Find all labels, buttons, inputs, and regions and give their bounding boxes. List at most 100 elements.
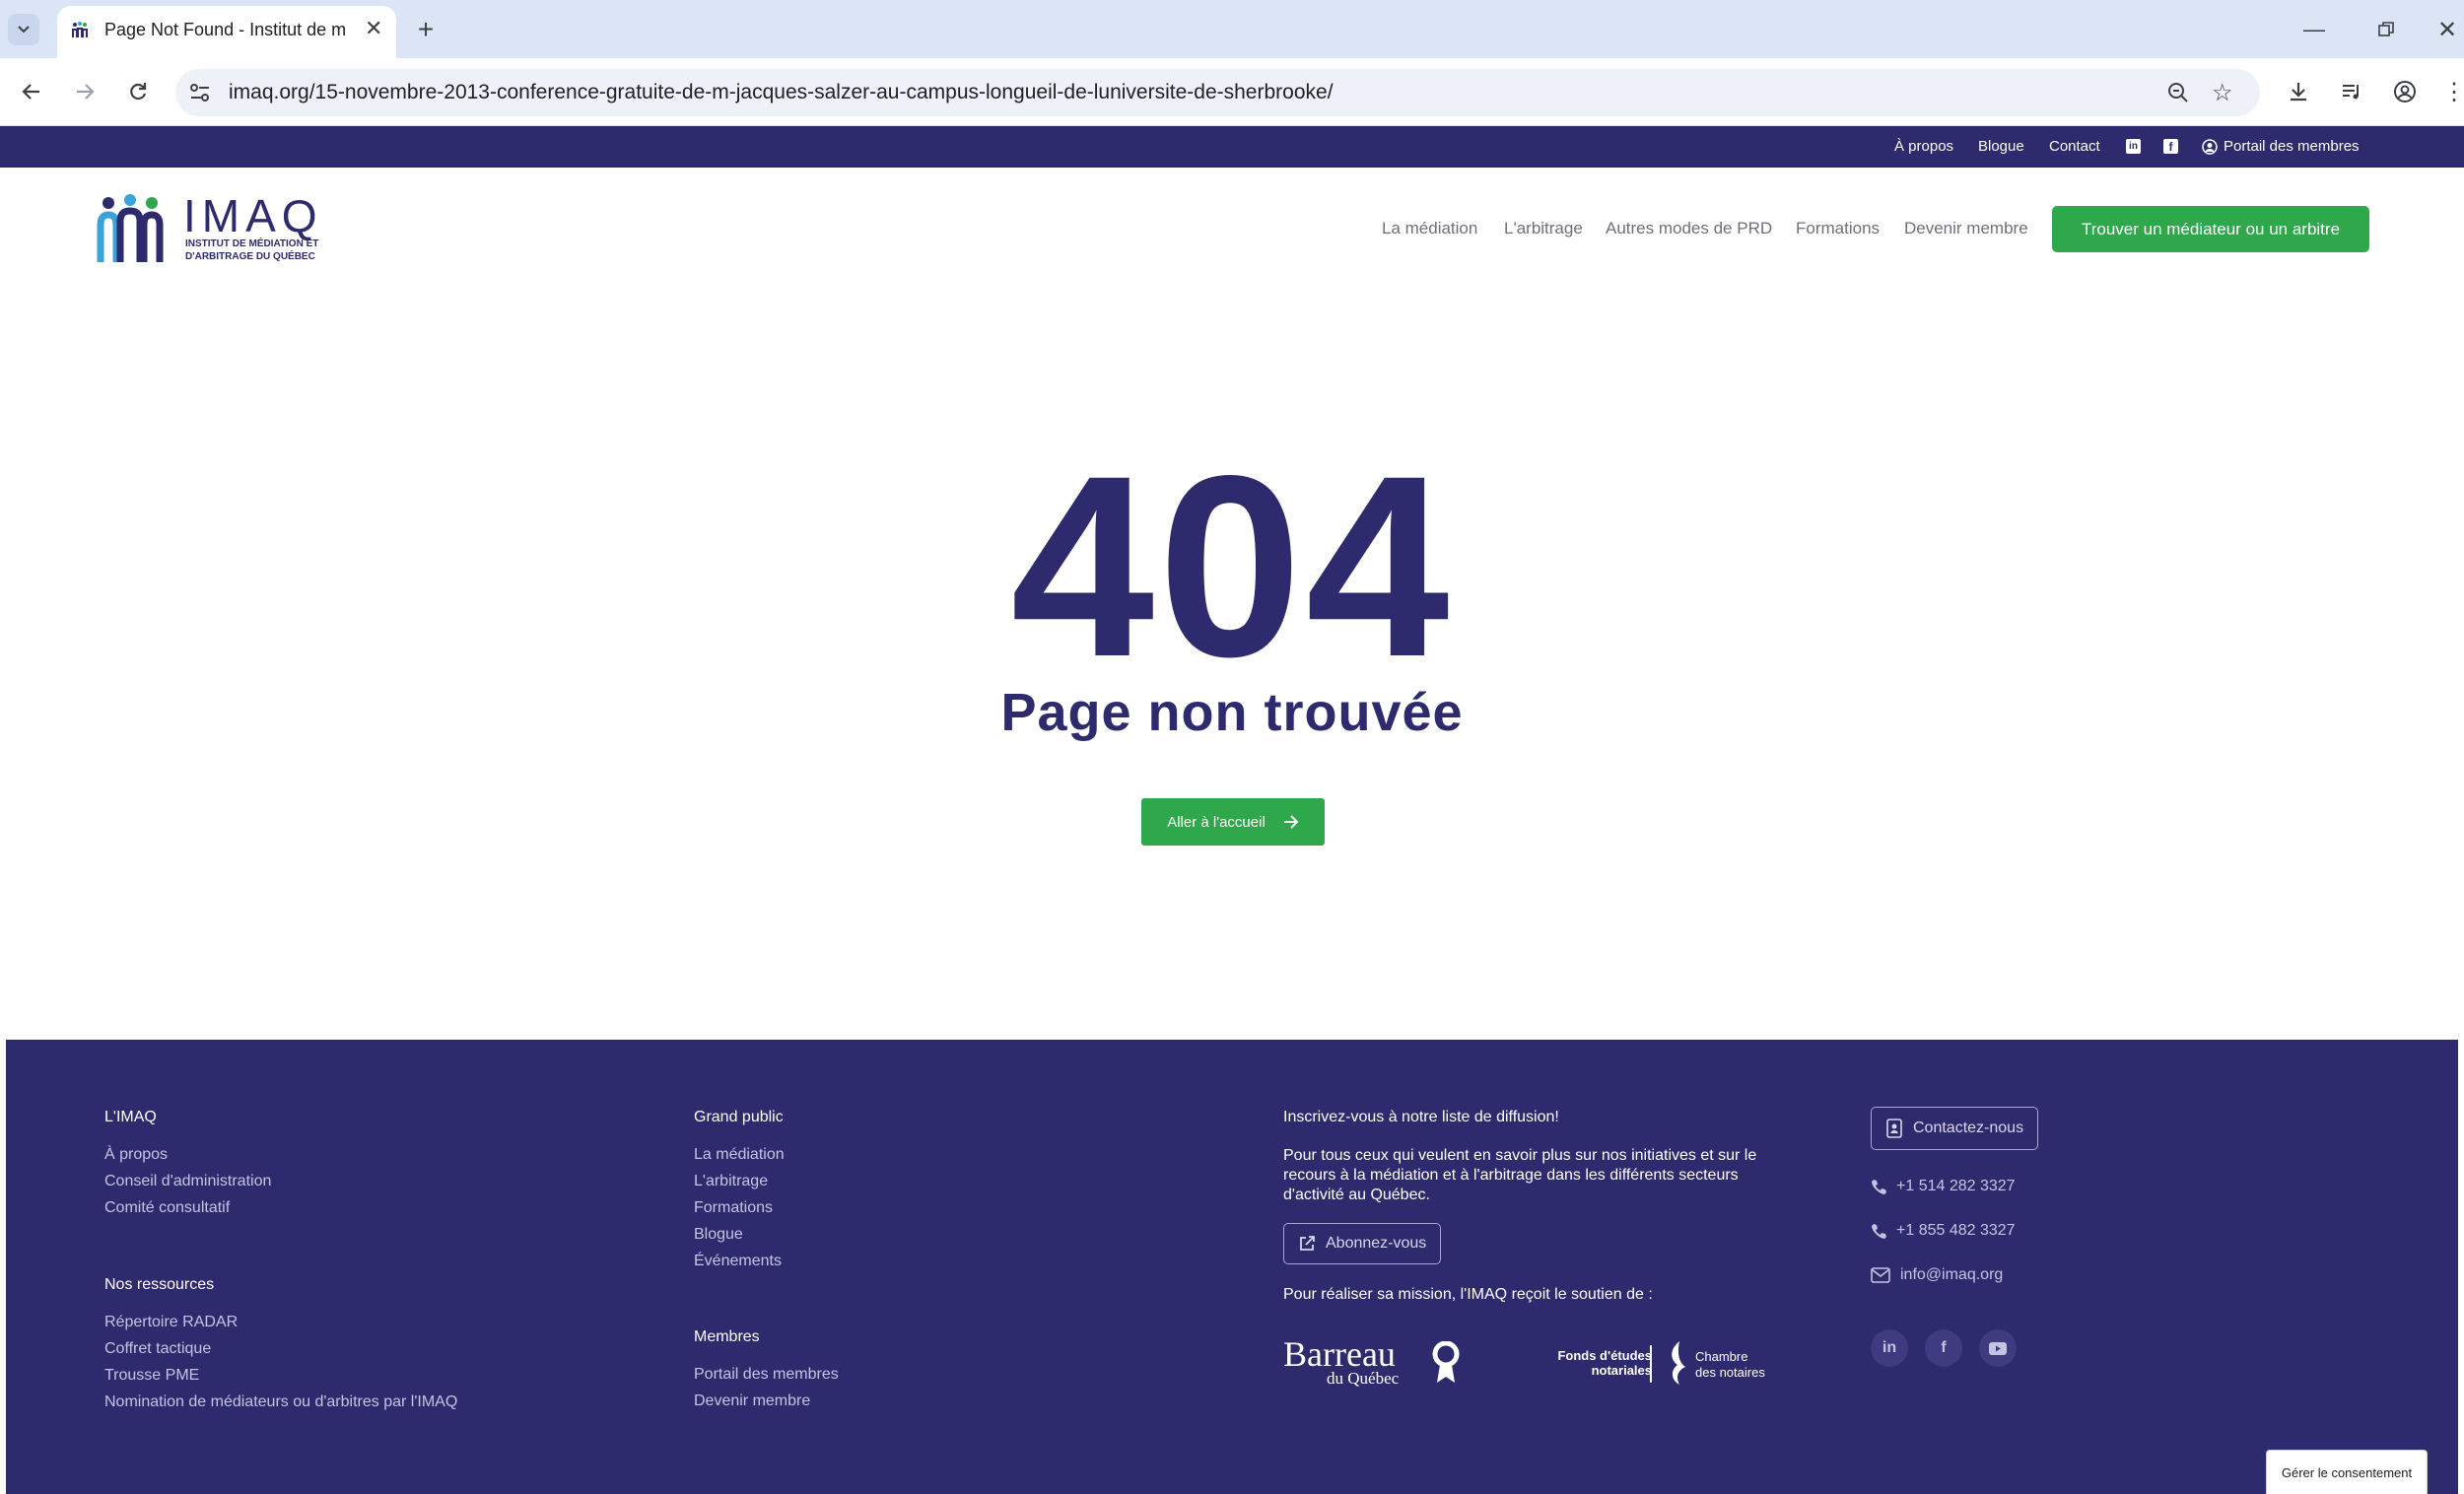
minimize-icon[interactable]: — xyxy=(2296,12,2332,47)
browser-tab[interactable]: Page Not Found - Institut de m ✕ xyxy=(57,6,396,58)
user-circle-icon xyxy=(2202,139,2218,155)
footer-link-blog[interactable]: Blogue xyxy=(694,1226,743,1244)
manage-consent-button[interactable]: Gérer le consentement xyxy=(2266,1450,2428,1494)
topbar-link-contact[interactable]: Contact xyxy=(2049,126,2100,168)
chambre-logo-line1: Chambre xyxy=(1695,1349,1748,1364)
footer-link-events[interactable]: Événements xyxy=(694,1253,782,1270)
footer-link-nomination[interactable]: Nomination de médiateurs ou d'arbitres p… xyxy=(104,1393,457,1411)
zoom-icon[interactable] xyxy=(2166,81,2190,104)
profile-icon[interactable] xyxy=(2387,74,2423,109)
footer-link-members-portal[interactable]: Portail des membres xyxy=(694,1366,839,1384)
newsletter-heading: Inscrivez-vous à notre liste de diffusio… xyxy=(1283,1109,1559,1125)
browser-toolbar: imaq.org/15-novembre-2013-conference-gra… xyxy=(0,58,2464,126)
logo-subtitle-line2: D'ARBITRAGE DU QUÉBEC xyxy=(185,251,315,262)
logo-subtitle-line1: INSTITUT DE MÉDIATION ET xyxy=(185,238,319,249)
download-icon[interactable] xyxy=(2281,74,2316,109)
arrow-right-icon xyxy=(1283,815,1299,829)
newsletter-text: Pour tous ceux qui veulent en savoir plu… xyxy=(1283,1147,1757,1203)
footer-link-about[interactable]: À propos xyxy=(104,1146,168,1164)
footer-heading-public: Grand public xyxy=(694,1109,784,1125)
email-contact[interactable]: info@imaq.org xyxy=(1871,1266,2003,1284)
subscribe-label: Abonnez-vous xyxy=(1326,1235,1427,1252)
go-home-label: Aller à l'accueil xyxy=(1167,813,1266,831)
nav-mediation[interactable]: La médiation xyxy=(1382,219,1477,238)
back-icon[interactable] xyxy=(14,74,49,109)
footer-link-formations[interactable]: Formations xyxy=(694,1199,773,1217)
topbar-link-blog[interactable]: Blogue xyxy=(1978,126,2024,168)
error-code: 404 xyxy=(1010,422,1454,711)
contact-us-button[interactable]: Contactez-nous xyxy=(1871,1107,2039,1150)
site-header: IMAQ INSTITUT DE MÉDIATION ET D'ARBITRAG… xyxy=(0,168,2464,288)
footer-link-trousse[interactable]: Trousse PME xyxy=(104,1367,199,1385)
facebook-icon[interactable]: f xyxy=(1925,1329,1962,1367)
find-mediator-button[interactable]: Trouver un médiateur ou un arbitre xyxy=(2052,206,2369,252)
chambre-logo-line2: des notaires xyxy=(1695,1365,1765,1380)
external-link-icon xyxy=(1300,1236,1315,1251)
nav-formations[interactable]: Formations xyxy=(1796,219,1880,238)
footer-link-coffret[interactable]: Coffret tactique xyxy=(104,1340,211,1358)
tab-title: Page Not Found - Institut de m xyxy=(104,20,347,39)
favicon-icon xyxy=(71,21,89,38)
fonds-logo-line1: Fonds d'études xyxy=(1557,1348,1652,1363)
mail-icon xyxy=(1871,1267,1890,1283)
bookmark-star-icon[interactable]: ☆ xyxy=(2212,79,2233,107)
site-footer: L'IMAQ À propos Conseil d'administration… xyxy=(6,1040,2458,1494)
phone-icon xyxy=(1872,1224,1886,1239)
phone-local-text: +1 514 282 3327 xyxy=(1896,1178,2016,1194)
support-text: Pour réaliser sa mission, l'IMAQ reçoit … xyxy=(1283,1286,1653,1303)
phone-tollfree-text: +1 855 482 3327 xyxy=(1896,1222,2016,1239)
subscribe-button[interactable]: Abonnez-vous xyxy=(1283,1223,1442,1264)
linkedin-icon[interactable]: in xyxy=(1871,1329,1908,1367)
nav-arbitrage[interactable]: L'arbitrage xyxy=(1504,219,1583,238)
site-top-bar: À propos Blogue Contact in f Portail des… xyxy=(0,126,2464,168)
youtube-icon[interactable] xyxy=(1979,1329,2017,1367)
barreau-emblem-icon xyxy=(1432,1341,1460,1383)
fonds-logo-line2: notariales xyxy=(1591,1363,1652,1378)
new-tab-icon[interactable]: + xyxy=(408,12,444,47)
tab-close-icon[interactable]: ✕ xyxy=(365,16,382,41)
site-info-icon[interactable] xyxy=(189,83,211,102)
chambre-emblem-icon xyxy=(1672,1341,1685,1385)
site-logo[interactable]: IMAQ INSTITUT DE MÉDIATION ET D'ARBITRAG… xyxy=(97,190,333,264)
footer-link-radar[interactable]: Répertoire RADAR xyxy=(104,1314,238,1331)
restore-icon[interactable] xyxy=(2368,12,2404,47)
fonds-etudes-logo[interactable]: Fonds d'études notariales xyxy=(1543,1348,1652,1384)
browser-tab-bar: Page Not Found - Institut de m ✕ + — ✕ xyxy=(0,0,2464,58)
media-controls-icon[interactable] xyxy=(2334,74,2369,109)
linkedin-icon[interactable]: in xyxy=(2126,139,2141,154)
address-bar[interactable]: imaq.org/15-novembre-2013-conference-gra… xyxy=(175,69,2260,116)
close-window-icon[interactable]: ✕ xyxy=(2430,12,2464,47)
phone-icon xyxy=(1872,1180,1886,1194)
contact-us-label: Contactez-nous xyxy=(1913,1120,2024,1136)
footer-link-advisory[interactable]: Comité consultatif xyxy=(104,1199,230,1217)
footer-heading-resources: Nos ressources xyxy=(104,1276,215,1293)
nav-become-member[interactable]: Devenir membre xyxy=(1904,219,2028,238)
footer-link-become-member[interactable]: Devenir membre xyxy=(694,1392,810,1410)
go-home-button[interactable]: Aller à l'accueil xyxy=(1141,798,1325,846)
phone-tollfree[interactable]: +1 855 482 3327 xyxy=(1871,1222,2016,1240)
browser-menu-icon[interactable]: ⋮ xyxy=(2442,74,2464,109)
nav-other-prd[interactable]: Autres modes de PRD xyxy=(1606,219,1772,238)
topbar-members-portal[interactable]: Portail des membres xyxy=(2224,126,2360,168)
phone-local[interactable]: +1 514 282 3327 xyxy=(1871,1178,2016,1195)
footer-link-mediation[interactable]: La médiation xyxy=(694,1146,785,1164)
chambre-notaires-logo[interactable]: Chambre des notaires xyxy=(1666,1339,1774,1389)
topbar-link-about[interactable]: À propos xyxy=(1894,126,1953,168)
barreau-logo[interactable]: Barreau du Québec xyxy=(1283,1333,1461,1392)
footer-link-board[interactable]: Conseil d'administration xyxy=(104,1173,271,1190)
email-text: info@imaq.org xyxy=(1900,1266,2004,1283)
facebook-icon[interactable]: f xyxy=(2163,139,2178,154)
logo-mark-icon xyxy=(97,194,164,262)
forward-icon[interactable] xyxy=(67,74,103,109)
logo-text: IMAQ xyxy=(183,190,323,241)
footer-heading-members: Membres xyxy=(694,1328,760,1345)
logo-divider xyxy=(1650,1345,1652,1383)
barreau-logo-sub: du Québec xyxy=(1327,1369,1400,1388)
contact-card-icon xyxy=(1886,1119,1902,1138)
url-text[interactable]: imaq.org/15-novembre-2013-conference-gra… xyxy=(229,81,1334,104)
footer-link-arbitrage[interactable]: L'arbitrage xyxy=(694,1173,768,1190)
page-title: Page non trouvée xyxy=(1000,683,1464,742)
reload-icon[interactable] xyxy=(120,74,156,109)
tab-search-icon[interactable] xyxy=(8,14,39,45)
footer-heading-imaq: L'IMAQ xyxy=(104,1109,157,1125)
